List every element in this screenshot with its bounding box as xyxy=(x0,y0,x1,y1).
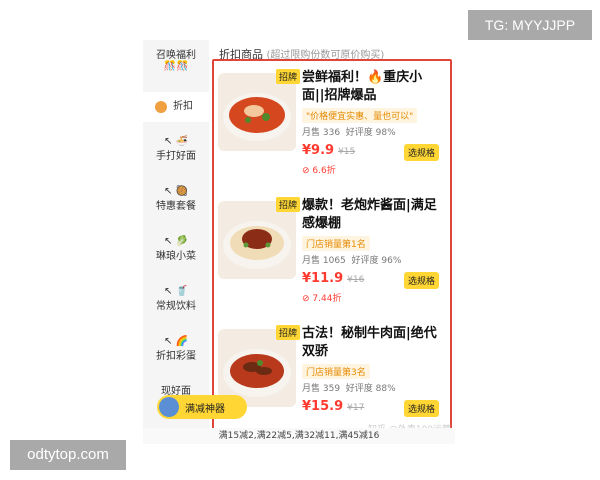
sidebar-item-label: 琳琅小菜 xyxy=(156,251,196,262)
sidebar-item-discount[interactable]: 折扣 xyxy=(143,92,209,122)
sidebar-item-label: 手打好面 xyxy=(156,151,196,162)
rainbow-icon: ↖ 🌈 xyxy=(163,336,188,347)
discount-icon xyxy=(155,101,167,113)
category-sidebar: 召唤福利 🎊🎊 折扣 ↖ 🍜 手打好面 ↖ 🥘 特惠套餐 ↖ 🥬 琳琅小菜 ↖ … xyxy=(143,40,209,444)
product-highlight: "价格便宜实惠、量也可以" xyxy=(302,108,418,123)
product-card[interactable]: 招牌 古法！秘制牛肉面|绝代双骄 门店销量第3名 月售 359 好评度 88% … xyxy=(214,317,450,435)
highlighted-product-list: 招牌 尝鲜福利！🔥重庆小面||招牌爆品 "价格便宜实惠、量也可以" 月售 336… xyxy=(212,59,452,441)
product-title: 爆款！老炮炸酱面|满足感爆棚 xyxy=(302,198,437,231)
dish-image xyxy=(218,201,296,279)
discount-rules-bar: 满15减2,满22减5,满32减11,满45减16 xyxy=(143,428,455,444)
product-sales: 月售 359 好评度 88% xyxy=(302,384,396,394)
confetti-icon: 🎊🎊 xyxy=(163,61,189,72)
sidebar-item-sides[interactable]: ↖ 🥬 琳琅小菜 xyxy=(143,236,209,262)
sidebar-item-label: 折扣彩蛋 xyxy=(156,351,196,362)
select-spec-button[interactable]: 选规格 xyxy=(404,400,440,417)
noodle-bowl-icon: ↖ 🍜 xyxy=(163,136,188,147)
app-screen: 召唤福利 🎊🎊 折扣 ↖ 🍜 手打好面 ↖ 🥘 特惠套餐 ↖ 🥬 琳琅小菜 ↖ … xyxy=(143,40,455,444)
sidebar-item-label: 常规饮料 xyxy=(156,301,196,312)
combo-icon: ↖ 🥘 xyxy=(163,186,188,197)
sidebar-item-combo[interactable]: ↖ 🥘 特惠套餐 xyxy=(143,186,209,212)
product-sales: 月售 1065 好评度 96% xyxy=(302,256,402,266)
sidebar-item-label: 特惠套餐 xyxy=(156,201,196,212)
robot-icon xyxy=(159,397,179,417)
watermark-top-right: TG: MYYJJPP xyxy=(468,10,592,40)
sidebar-item-label: 折扣 xyxy=(173,101,193,112)
discount-badge: ⊘ 6.6折 xyxy=(302,166,336,176)
select-spec-button[interactable]: 选规格 xyxy=(404,144,440,161)
signature-tag: 招牌 xyxy=(276,197,301,212)
product-price: ¥11.9 ¥16 xyxy=(302,271,365,286)
product-card[interactable]: 招牌 尝鲜福利！🔥重庆小面||招牌爆品 "价格便宜实惠、量也可以" 月售 336… xyxy=(214,61,450,179)
product-title: 尝鲜福利！🔥重庆小面||招牌爆品 xyxy=(302,70,423,103)
product-card[interactable]: 招牌 爆款！老炮炸酱面|满足感爆棚 门店销量第1名 月售 1065 好评度 96… xyxy=(214,189,450,307)
product-price: ¥9.9 ¥15 xyxy=(302,143,356,158)
product-highlight: 门店销量第3名 xyxy=(302,364,370,379)
product-title: 古法！秘制牛肉面|绝代双骄 xyxy=(302,326,437,359)
promo-label: 满减神器 xyxy=(185,404,225,415)
sidebar-item-easter-egg[interactable]: ↖ 🌈 折扣彩蛋 xyxy=(143,336,209,362)
sidebar-item-welfare[interactable]: 召唤福利 🎊🎊 xyxy=(143,46,209,72)
product-sales: 月售 336 好评度 98% xyxy=(302,128,396,138)
signature-tag: 招牌 xyxy=(276,69,301,84)
original-price: ¥17 xyxy=(347,403,365,413)
vegetable-icon: ↖ 🥬 xyxy=(163,236,188,247)
watermark-bottom-left: odtytop.com xyxy=(10,440,126,470)
original-price: ¥15 xyxy=(338,147,356,157)
signature-tag: 招牌 xyxy=(276,325,301,340)
sidebar-item-noodles[interactable]: ↖ 🍜 手打好面 xyxy=(143,136,209,162)
product-price: ¥15.9 ¥17 xyxy=(302,399,365,414)
sidebar-item-drinks[interactable]: ↖ 🥤 常规饮料 xyxy=(143,286,209,312)
select-spec-button[interactable]: 选规格 xyxy=(404,272,440,289)
dish-image xyxy=(218,73,296,151)
discount-tool-button[interactable]: 满减神器 xyxy=(157,395,247,419)
discount-badge: ⊘ 7.44折 xyxy=(302,294,342,304)
sidebar-item-label: 召唤福利 xyxy=(156,50,196,61)
product-highlight: 门店销量第1名 xyxy=(302,236,370,251)
original-price: ¥16 xyxy=(347,275,365,285)
drink-icon: ↖ 🥤 xyxy=(163,286,188,297)
